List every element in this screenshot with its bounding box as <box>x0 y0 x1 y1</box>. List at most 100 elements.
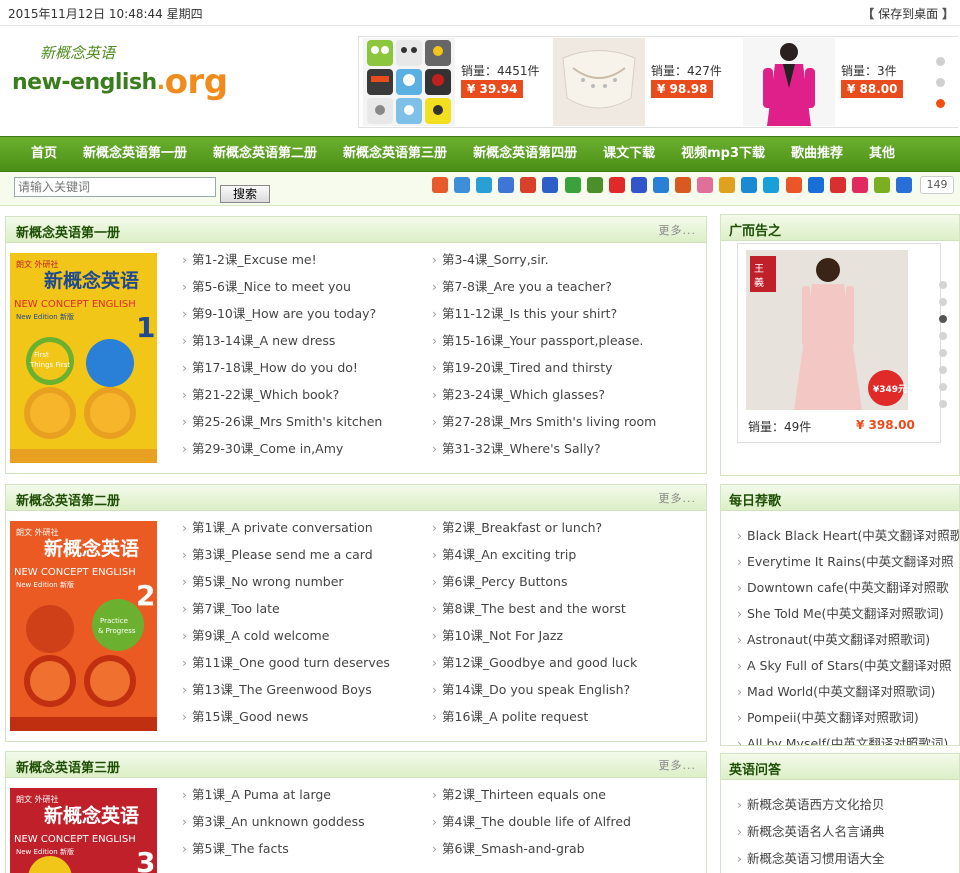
song-link[interactable]: Black Black Heart(中英文翻译对照歌 <box>737 525 959 544</box>
lesson-link[interactable]: 第23-24课_Which glasses? <box>432 384 605 403</box>
share-count[interactable]: 149 <box>920 176 954 194</box>
nav-video-mp3[interactable]: 视频mp3下载 <box>668 137 778 171</box>
nav-songs[interactable]: 歌曲推荐 <box>778 137 856 171</box>
share-icon[interactable] <box>652 177 669 193</box>
lesson-link[interactable]: 第4课_The double life of Alfred <box>432 811 631 830</box>
lesson-link[interactable]: 第3课_An unknown goddess <box>182 811 365 830</box>
ad-dot[interactable] <box>939 281 947 289</box>
share-icon[interactable] <box>741 177 758 193</box>
song-link[interactable]: A Sky Full of Stars(中英文翻译对照 <box>737 655 952 674</box>
ad-dot[interactable] <box>939 349 947 357</box>
lesson-link[interactable]: 第10课_Not For Jazz <box>432 625 563 644</box>
product-image-lace-collar[interactable] <box>553 38 645 126</box>
song-link[interactable]: She Told Me(中英文翻译对照歌词) <box>737 603 944 622</box>
ad-dot[interactable] <box>939 383 947 391</box>
lesson-link[interactable]: 第11-12课_Is this your shirt? <box>432 303 617 322</box>
lesson-link[interactable]: 第3-4课_Sorry,sir. <box>432 249 549 268</box>
lesson-link[interactable]: 第16课_A polite request <box>432 706 588 725</box>
share-icon[interactable] <box>498 177 515 193</box>
product-image-pink-coat[interactable] <box>743 38 835 126</box>
nav-book-4[interactable]: 新概念英语第四册 <box>460 137 590 171</box>
product-item[interactable]: 销量：427件 ¥ 98.98 <box>551 38 741 126</box>
lesson-link[interactable]: 第21-22课_Which book? <box>182 384 339 403</box>
more-link[interactable]: 更多... <box>659 222 697 238</box>
ad-dot[interactable] <box>939 400 947 408</box>
nav-book-2[interactable]: 新概念英语第二册 <box>200 137 330 171</box>
lesson-link[interactable]: 第12课_Goodbye and good luck <box>432 652 637 671</box>
lesson-link[interactable]: 第2课_Thirteen equals one <box>432 784 606 803</box>
share-icon[interactable] <box>564 177 581 193</box>
lesson-link[interactable]: 第8课_The best and the worst <box>432 598 626 617</box>
lesson-link[interactable]: 第1课_A Puma at large <box>182 784 331 803</box>
lesson-link[interactable]: 第14课_Do you speak English? <box>432 679 630 698</box>
lesson-link[interactable]: 第5课_The facts <box>182 838 289 857</box>
share-icon[interactable] <box>675 177 692 193</box>
share-icon[interactable] <box>586 177 603 193</box>
carousel-dot-active[interactable] <box>936 99 945 108</box>
song-link[interactable]: Downtown cafe(中英文翻译对照歌 <box>737 577 949 596</box>
song-link[interactable]: Pompeii(中英文翻译对照歌词) <box>737 707 919 726</box>
lesson-link[interactable]: 第7课_Too late <box>182 598 280 617</box>
share-icon[interactable] <box>895 177 912 193</box>
song-link[interactable]: Everytime It Rains(中英文翻译对照 <box>737 551 954 570</box>
ad-price[interactable]: ¥ 398.00 <box>856 418 915 432</box>
section-title[interactable]: 新概念英语第三册 <box>16 757 120 776</box>
share-icon[interactable] <box>829 177 846 193</box>
product-price[interactable]: ¥ 98.98 <box>651 80 713 98</box>
song-link[interactable]: Mad World(中英文翻译对照歌词) <box>737 681 935 700</box>
product-price[interactable]: ¥ 39.94 <box>461 80 523 98</box>
nav-book-3[interactable]: 新概念英语第三册 <box>330 137 460 171</box>
product-image-hoodies[interactable] <box>363 38 455 126</box>
share-icon[interactable] <box>542 177 559 193</box>
lesson-link[interactable]: 第5课_No wrong number <box>182 571 344 590</box>
lesson-link[interactable]: 第6课_Percy Buttons <box>432 571 567 590</box>
more-link[interactable]: 更多... <box>659 490 697 506</box>
share-icon[interactable] <box>785 177 802 193</box>
book-cover-1[interactable]: 朗文 外研社 新概念英语 NEW CONCEPT ENGLISH New Edi… <box>10 253 157 463</box>
lesson-link[interactable]: 第19-20课_Tired and thirsty <box>432 357 613 376</box>
search-button[interactable]: 搜索 <box>220 185 270 203</box>
search-input[interactable] <box>14 177 216 197</box>
qa-link[interactable]: 新概念英语习惯用语大全 <box>737 848 885 867</box>
share-icon[interactable] <box>763 177 780 193</box>
ad-product[interactable]: 王 義 ¥349元 销量：49件 ¥ 398.00 <box>737 243 941 443</box>
lesson-link[interactable]: 第13-14课_A new dress <box>182 330 335 349</box>
carousel-dot[interactable] <box>936 57 945 66</box>
ad-dot[interactable] <box>939 298 947 306</box>
share-icon[interactable] <box>807 177 824 193</box>
qa-link[interactable]: 新概念英语名人名言诵典 <box>737 821 885 840</box>
ad-dot[interactable] <box>939 366 947 374</box>
section-title[interactable]: 新概念英语第二册 <box>16 490 120 509</box>
more-link[interactable]: 更多... <box>659 757 697 773</box>
lesson-link[interactable]: 第1-2课_Excuse me! <box>182 249 317 268</box>
ad-dot-active[interactable] <box>939 315 947 323</box>
lesson-link[interactable]: 第2课_Breakfast or lunch? <box>432 517 602 536</box>
lesson-link[interactable]: 第4课_An exciting trip <box>432 544 576 563</box>
ad-image-dress[interactable]: 王 義 ¥349元 <box>746 250 908 410</box>
lesson-link[interactable]: 第1课_A private conversation <box>182 517 373 536</box>
share-icon[interactable] <box>630 177 647 193</box>
share-icon[interactable] <box>873 177 890 193</box>
share-icon[interactable] <box>851 177 868 193</box>
section-title[interactable]: 新概念英语第一册 <box>16 222 120 241</box>
ad-dot[interactable] <box>939 332 947 340</box>
song-link[interactable]: All by Myself(中英文翻译对照歌词) <box>737 733 948 745</box>
book-cover-3[interactable]: 朗文 外研社 新概念英语 NEW CONCEPT ENGLISH New Edi… <box>10 788 157 873</box>
lesson-link[interactable]: 第15课_Good news <box>182 706 308 725</box>
lesson-link[interactable]: 第15-16课_Your passport,please. <box>432 330 643 349</box>
site-logo[interactable]: 新概念英语 new-english.org <box>12 40 232 104</box>
lesson-link[interactable]: 第13课_The Greenwood Boys <box>182 679 372 698</box>
lesson-link[interactable]: 第27-28课_Mrs Smith's living room <box>432 411 656 430</box>
share-icon[interactable] <box>608 177 625 193</box>
product-price[interactable]: ¥ 88.00 <box>841 80 903 98</box>
product-item[interactable]: 销量：4451件 ¥ 39.94 <box>361 38 551 126</box>
share-icon[interactable] <box>432 177 448 193</box>
save-to-desktop-link[interactable]: 【 保存到桌面 】 <box>862 5 954 22</box>
lesson-link[interactable]: 第6课_Smash-and-grab <box>432 838 585 857</box>
product-item[interactable]: 销量：3件 ¥ 88.00 <box>741 38 931 126</box>
lesson-link[interactable]: 第17-18课_How do you do! <box>182 357 358 376</box>
carousel-dot[interactable] <box>936 78 945 87</box>
share-icon[interactable] <box>719 177 736 193</box>
book-cover-2[interactable]: 朗文 外研社 新概念英语 NEW CONCEPT ENGLISH New Edi… <box>10 521 157 731</box>
lesson-link[interactable]: 第11课_One good turn deserves <box>182 652 390 671</box>
